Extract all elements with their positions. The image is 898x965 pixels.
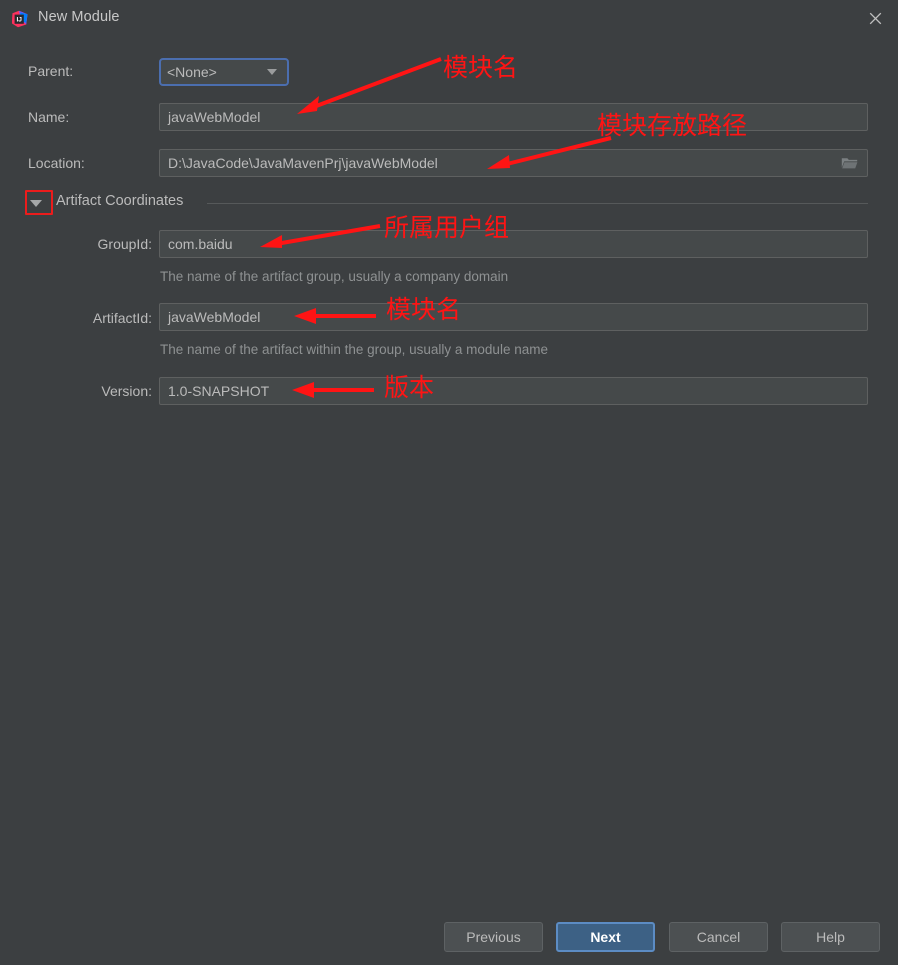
folder-icon[interactable] — [841, 156, 858, 170]
window-title: New Module — [38, 9, 120, 25]
triangle-down-icon — [30, 199, 42, 207]
artifactid-hint: The name of the artifact within the grou… — [160, 342, 548, 357]
artifact-coordinates-title: Artifact Coordinates — [56, 193, 184, 209]
version-label: Version: — [101, 383, 152, 399]
help-button[interactable]: Help — [781, 922, 880, 952]
groupid-value: com.baidu — [168, 236, 233, 252]
cancel-button[interactable]: Cancel — [669, 922, 768, 952]
artifactid-label: ArtifactId: — [92, 310, 152, 326]
intellij-idea-logo-icon: IJ — [11, 10, 29, 28]
parent-dropdown[interactable]: <None> — [159, 58, 289, 86]
version-value: 1.0-SNAPSHOT — [168, 383, 270, 399]
artifactid-input[interactable]: javaWebModel — [159, 303, 868, 331]
groupid-label: GroupId: — [97, 236, 152, 252]
groupid-hint: The name of the artifact group, usually … — [160, 269, 509, 284]
previous-button[interactable]: Previous — [444, 922, 543, 952]
next-button[interactable]: Next — [556, 922, 655, 952]
dialog-button-bar: Previous Next Cancel Help — [0, 897, 898, 965]
section-divider — [207, 203, 868, 204]
name-input[interactable]: javaWebModel — [159, 103, 868, 131]
artifact-coordinates-toggle[interactable] — [25, 192, 42, 214]
chevron-down-icon — [267, 69, 277, 75]
parent-value: <None> — [167, 64, 217, 80]
module-form: Parent: <None> Name: javaWebModel Locati… — [0, 37, 898, 897]
location-value: D:\JavaCode\JavaMavenPrj\javaWebModel — [168, 155, 438, 171]
artifactid-value: javaWebModel — [168, 309, 261, 325]
location-label: Location: — [28, 155, 85, 171]
location-input[interactable]: D:\JavaCode\JavaMavenPrj\javaWebModel — [159, 149, 868, 177]
name-value: javaWebModel — [168, 109, 261, 125]
version-input[interactable]: 1.0-SNAPSHOT — [159, 377, 868, 405]
parent-label: Parent: — [28, 63, 74, 79]
svg-text:IJ: IJ — [16, 17, 22, 24]
close-icon[interactable] — [852, 0, 898, 37]
title-bar: IJ New Module — [0, 0, 898, 37]
groupid-input[interactable]: com.baidu — [159, 230, 868, 258]
name-label: Name: — [28, 109, 70, 125]
